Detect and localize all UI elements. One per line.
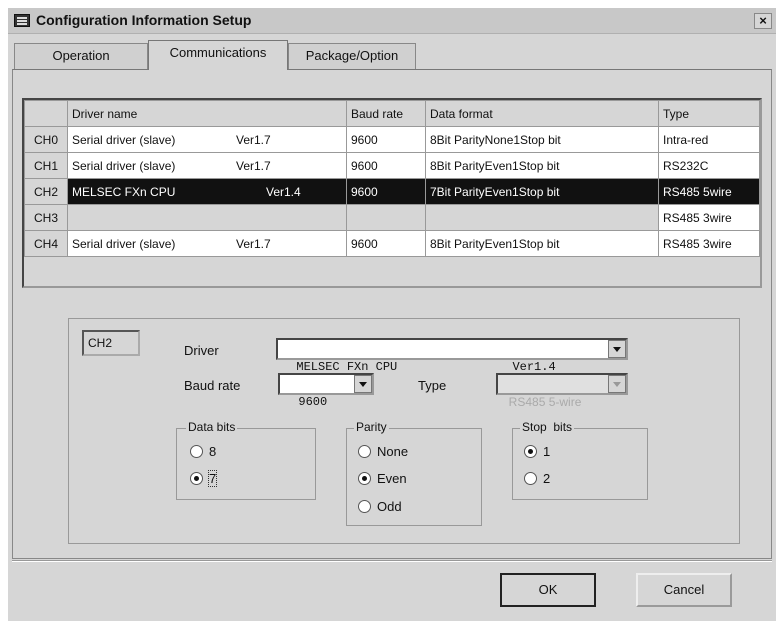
driver-version: Ver1.7 [236, 158, 271, 173]
table-row-selected[interactable]: CH2 MELSEC FXn CPU Ver1.4 9600 7Bit Parit… [24, 178, 760, 205]
driver-label: Driver [184, 343, 219, 358]
row-header[interactable]: CH3 [24, 204, 68, 231]
baud-rate-select[interactable]: 9600 [278, 373, 374, 409]
app-icon [14, 14, 30, 27]
selected-channel-label: CH2 [82, 330, 140, 356]
driver-version: Ver1.7 [236, 236, 271, 251]
row-header[interactable]: CH1 [24, 152, 68, 179]
radio-icon [524, 472, 537, 486]
chevron-down-icon[interactable] [354, 375, 372, 393]
baud-cell: 9600 [346, 126, 426, 153]
table-row[interactable]: CH3 RS485 3wire [24, 204, 760, 231]
baud-cell: 9600 [346, 230, 426, 257]
window-title: Configuration Information Setup [36, 12, 252, 28]
chevron-down-icon [608, 375, 626, 393]
grid-header-row: Driver name Baud rate Data format Type [24, 100, 760, 127]
driver-name: Serial driver (slave) [72, 236, 176, 251]
data-bits-option-8[interactable]: 8 [190, 443, 216, 459]
baud-cell: 9600 [346, 152, 426, 179]
button-separator [12, 560, 772, 562]
column-header-format[interactable]: Data format [425, 100, 659, 127]
driver-name: MELSEC FXn CPU [72, 184, 176, 199]
radio-selected-icon [524, 445, 537, 459]
tab-package-option[interactable]: Package/Option [288, 43, 416, 69]
format-cell: 8Bit ParityNone1Stop bit [425, 126, 659, 153]
parity-option-none[interactable]: None [358, 443, 408, 459]
ok-button[interactable]: OK [500, 573, 596, 607]
radio-selected-icon [358, 472, 371, 486]
channel-grid[interactable]: Driver name Baud rate Data format Type C… [22, 98, 762, 288]
type-label: Type [418, 378, 447, 393]
type-cell: RS485 5wire [658, 178, 760, 205]
column-header-driver[interactable]: Driver name [67, 100, 347, 127]
radio-selected-icon [190, 472, 203, 486]
format-cell: 7Bit ParityEven1Stop bit [425, 178, 659, 205]
format-cell: 8Bit ParityEven1Stop bit [425, 152, 659, 179]
radio-icon [190, 445, 203, 459]
stop-bits-option-2[interactable]: 2 [524, 470, 550, 486]
type-cell: RS485 3wire [658, 204, 760, 231]
driver-cell: MELSEC FXn CPU Ver1.4 [67, 178, 347, 205]
format-cell [425, 204, 659, 231]
data-bits-option-7[interactable]: 7 [190, 470, 218, 488]
driver-name: Serial driver (slave) [72, 132, 176, 147]
radio-icon [358, 500, 371, 514]
driver-cell: Serial driver (slave) Ver1.7 [67, 152, 347, 179]
tab-operation[interactable]: Operation [14, 43, 148, 69]
driver-cell [67, 204, 347, 231]
driver-select[interactable]: MELSEC FXn CPU Ver1.4 [276, 338, 628, 374]
column-header-type[interactable]: Type [658, 100, 760, 127]
driver-cell: Serial driver (slave) Ver1.7 [67, 230, 347, 257]
data-bits-legend: Data bits [186, 420, 238, 434]
table-row[interactable]: CH1 Serial driver (slave) Ver1.7 9600 8Bi… [24, 152, 760, 179]
tab-communications[interactable]: Communications [148, 40, 288, 70]
driver-version: Ver1.7 [236, 132, 271, 147]
format-cell: 8Bit ParityEven1Stop bit [425, 230, 659, 257]
chevron-down-icon[interactable] [608, 340, 626, 358]
radio-icon [358, 445, 371, 459]
data-bits-group [176, 428, 316, 500]
type-cell: RS485 3wire [658, 230, 760, 257]
type-value: RS485 5-wire [508, 395, 582, 409]
column-header-baud[interactable]: Baud rate [346, 100, 426, 127]
title-bar[interactable]: Configuration Information Setup × [8, 8, 776, 34]
driver-name: Serial driver (slave) [72, 158, 176, 173]
table-row[interactable]: CH0 Serial driver (slave) Ver1.7 9600 8Bi… [24, 126, 760, 153]
driver-cell: Serial driver (slave) Ver1.7 [67, 126, 347, 153]
baud-cell [346, 204, 426, 231]
driver-select-value: MELSEC FXn CPU Ver1.4 [296, 360, 556, 374]
driver-version: Ver1.4 [266, 184, 301, 199]
baud-rate-value: 9600 [298, 395, 328, 409]
type-select: RS485 5-wire [496, 373, 628, 409]
parity-option-even[interactable]: Even [358, 470, 407, 486]
baud-rate-label: Baud rate [184, 378, 241, 393]
type-cell: RS232C [658, 152, 760, 179]
parity-option-odd[interactable]: Odd [358, 498, 402, 514]
row-header[interactable]: CH2 [24, 178, 68, 205]
close-button[interactable]: × [754, 13, 772, 29]
cancel-button[interactable]: Cancel [636, 573, 732, 607]
stop-bits-group [512, 428, 648, 500]
row-header[interactable]: CH4 [24, 230, 68, 257]
stop-bits-legend: Stop bits [520, 420, 575, 434]
baud-cell: 9600 [346, 178, 426, 205]
parity-legend: Parity [354, 420, 389, 434]
row-header[interactable]: CH0 [24, 126, 68, 153]
table-row[interactable]: CH4 Serial driver (slave) Ver1.7 9600 8Bi… [24, 230, 760, 257]
grid-corner [24, 100, 68, 127]
type-cell: Intra-red [658, 126, 760, 153]
stop-bits-option-1[interactable]: 1 [524, 443, 550, 459]
